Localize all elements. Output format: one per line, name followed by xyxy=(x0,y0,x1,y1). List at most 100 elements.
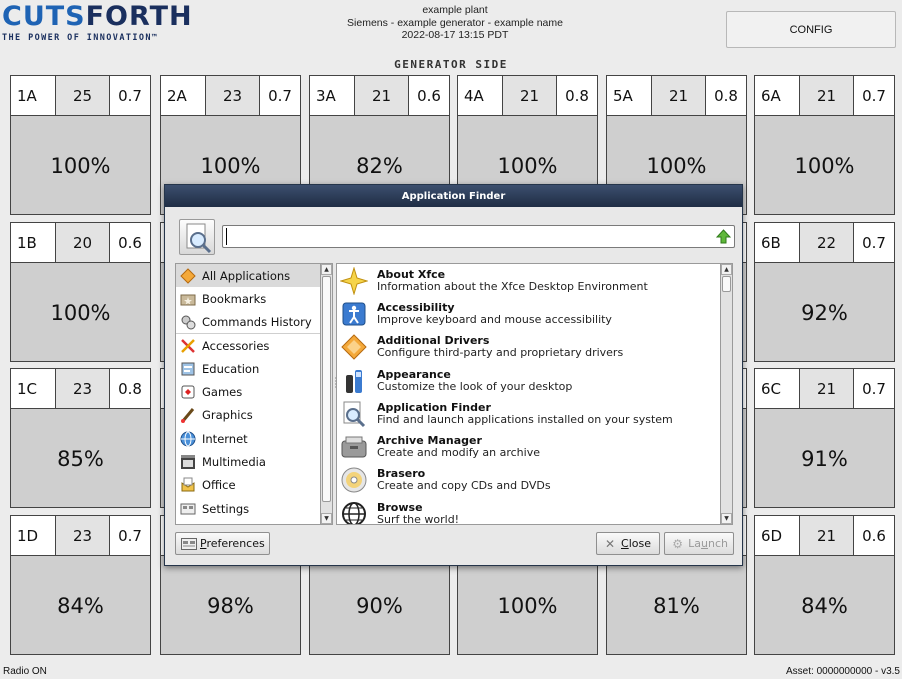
cell-factor: 0.6 xyxy=(862,526,886,545)
dialog-title[interactable]: Application Finder xyxy=(165,185,742,207)
category-label: Multimedia xyxy=(202,455,266,470)
cell-id: 1A xyxy=(11,76,56,115)
brasero-icon xyxy=(340,466,368,494)
brush-cell[interactable]: 6C 21 0.7 91% xyxy=(754,368,895,508)
scroll-down-arrow-icon[interactable]: ▼ xyxy=(321,513,332,524)
cell-factor: 0.7 xyxy=(862,379,886,398)
application-name: About Xfce xyxy=(377,267,446,281)
application-description: Surf the world! xyxy=(377,512,460,525)
scroll-thumb[interactable] xyxy=(722,276,731,292)
cell-value: 22 xyxy=(800,223,854,262)
search-box xyxy=(222,225,735,248)
application-description: Configure third-party and proprietary dr… xyxy=(377,346,624,360)
cell-value: 20 xyxy=(56,223,110,262)
brush-cell[interactable]: 1B 20 0.6 100% xyxy=(10,222,151,362)
commands-history-icon xyxy=(179,313,197,331)
site-info: example plant Siemens - example generato… xyxy=(300,4,610,42)
application-finder-icon xyxy=(340,400,368,428)
preferences-label: references xyxy=(206,537,265,550)
cell-value: 21 xyxy=(800,76,854,115)
generator-name: Siemens - example generator - example na… xyxy=(347,16,563,29)
education-icon xyxy=(179,360,197,378)
category-item[interactable]: Games xyxy=(176,380,320,403)
config-button[interactable]: CONFIG xyxy=(726,11,896,48)
application-description: Information about the Xfce Desktop Envir… xyxy=(377,279,648,293)
category-scrollbar[interactable]: ▲ ▼ xyxy=(321,263,333,525)
application-item[interactable]: Browse Surf the world! xyxy=(337,497,720,525)
launch-label-end: nch xyxy=(708,537,728,550)
category-item[interactable]: Office xyxy=(176,474,320,497)
cell-percent: 90% xyxy=(356,593,403,618)
category-item[interactable]: Bookmarks xyxy=(176,287,320,310)
preferences-button[interactable]: Preferences xyxy=(175,532,270,555)
scroll-up-arrow-icon[interactable]: ▲ xyxy=(721,264,732,275)
cell-header: 4A 21 0.8 xyxy=(458,76,597,116)
logo-part2: FORTH xyxy=(85,1,193,32)
category-item[interactable]: Accessories xyxy=(176,334,320,357)
launch-button[interactable]: ⚙ Launch xyxy=(664,532,734,555)
brush-cell[interactable]: 1D 23 0.7 84% xyxy=(10,515,151,655)
launch-label-start: La xyxy=(688,537,702,550)
category-label: Commands History xyxy=(202,314,312,329)
brush-cell[interactable]: 1A 25 0.7 100% xyxy=(10,75,151,215)
cell-header: 5A 21 0.8 xyxy=(607,76,746,116)
brush-cell[interactable]: 1C 23 0.8 85% xyxy=(10,368,151,508)
application-item[interactable]: Accessibility Improve keyboard and mouse … xyxy=(337,297,720,330)
application-item[interactable]: Archive Manager Create and modify an arch… xyxy=(337,430,720,463)
cell-id: 6A xyxy=(755,76,800,115)
cell-percent: 100% xyxy=(50,300,111,325)
cell-percent: 100% xyxy=(497,593,558,618)
category-label: Accessories xyxy=(202,338,270,353)
category-item[interactable]: Multimedia xyxy=(176,450,320,473)
category-item[interactable]: Graphics xyxy=(176,404,320,427)
application-item[interactable]: Brasero Create and copy CDs and DVDs xyxy=(337,464,720,497)
category-item[interactable]: Education xyxy=(176,357,320,380)
scroll-down-arrow-icon[interactable]: ▼ xyxy=(721,513,732,524)
cell-id: 4A xyxy=(458,76,503,115)
archive-manager-icon xyxy=(340,433,368,461)
brush-cell[interactable]: 6D 21 0.6 84% xyxy=(754,515,895,655)
cell-percent: 84% xyxy=(57,593,104,618)
category-item[interactable]: Commands History xyxy=(176,311,320,334)
application-item[interactable]: Appearance Customize the look of your des… xyxy=(337,364,720,397)
cell-header: 6D 21 0.6 xyxy=(755,516,894,556)
application-text: Accessibility Improve keyboard and mouse … xyxy=(377,301,612,326)
cell-factor: 0.7 xyxy=(118,526,142,545)
category-label: All Applications xyxy=(202,268,291,283)
cell-factor: 0.6 xyxy=(118,233,142,252)
category-label: Office xyxy=(202,478,236,493)
application-item[interactable]: About Xfce Information about the Xfce Des… xyxy=(337,264,720,297)
category-item[interactable]: All Applications xyxy=(176,264,320,288)
cell-value: 21 xyxy=(800,516,854,555)
close-button[interactable]: ✕ Close xyxy=(596,532,660,555)
office-icon xyxy=(179,476,197,494)
scroll-thumb[interactable] xyxy=(322,276,331,502)
category-item[interactable]: Internet xyxy=(176,427,320,450)
application-text: Application Finder Find and launch applic… xyxy=(377,401,673,426)
category-item[interactable]: Settings xyxy=(176,497,320,520)
category-label: Games xyxy=(202,385,243,400)
application-item[interactable]: Application Finder Find and launch applic… xyxy=(337,397,720,430)
timestamp: 2022-08-17 13:15 PDT xyxy=(401,29,509,41)
cell-percent: 92% xyxy=(801,300,848,325)
cell-header: 6A 21 0.7 xyxy=(755,76,894,116)
application-item[interactable]: Additional Drivers Configure third-party … xyxy=(337,331,720,364)
application-description: Create and modify an archive xyxy=(377,446,540,460)
scroll-up-arrow-icon[interactable]: ▲ xyxy=(321,264,332,275)
application-list: About Xfce Information about the Xfce Des… xyxy=(336,263,721,525)
cell-id: 1D xyxy=(11,516,56,555)
cell-header: 1D 23 0.7 xyxy=(11,516,150,556)
graphics-icon xyxy=(179,406,197,424)
application-scrollbar[interactable]: ▲ ▼ xyxy=(720,263,733,525)
cell-value: 23 xyxy=(56,516,110,555)
cell-header: 6B 22 0.7 xyxy=(755,223,894,263)
cell-id: 6B xyxy=(755,223,800,262)
plant-name: example plant xyxy=(422,4,488,16)
brush-cell[interactable]: 6A 21 0.7 100% xyxy=(754,75,895,215)
cell-value: 23 xyxy=(56,369,110,408)
search-input[interactable] xyxy=(226,228,706,245)
cutsforth-logo: CUTSFORTH THE POWER OF INNOVATION™ xyxy=(2,2,222,52)
cell-percent: 81% xyxy=(653,593,700,618)
brush-cell[interactable]: 6B 22 0.7 92% xyxy=(754,222,895,362)
go-up-arrow-icon[interactable] xyxy=(716,229,731,244)
